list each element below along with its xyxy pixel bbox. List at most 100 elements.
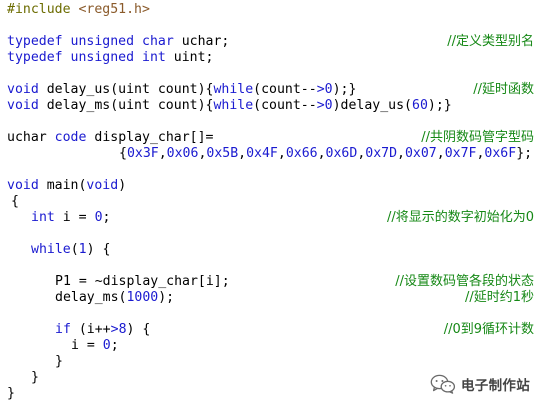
condition-text: (count-- [253, 98, 317, 113]
brace-close: } [55, 354, 63, 369]
code-line-while-close: } [31, 370, 39, 386]
comma-separator: , [277, 146, 286, 161]
comma-separator: , [238, 146, 247, 161]
keyword-unsigned: unsigned [70, 34, 135, 49]
include-file: <reg51.h> [78, 2, 150, 17]
number-literal: 60 [412, 98, 428, 113]
p1-statement: P1 = ~display_char[i]; [55, 274, 230, 289]
semicolon: ; [110, 338, 119, 353]
condition-text: (i++ [78, 322, 111, 337]
hex-value: 0x7D [365, 146, 398, 161]
delay-ms-call: delay_ms( [55, 290, 127, 305]
comma-separator: , [436, 146, 445, 161]
hex-value: 0x4F [246, 146, 278, 161]
number-literal: 0 [324, 82, 333, 97]
function-signature: delay_us(uint count){ [46, 82, 214, 97]
number-literal: 1 [78, 242, 87, 257]
comment-loop-count: //0到9循环计数 [443, 322, 534, 337]
comment-segment-codes: //共阴数码管字型码 [421, 130, 534, 145]
hex-value: 0x7F [444, 146, 477, 161]
comment-type-alias: //定义类型别名 [447, 34, 534, 49]
keyword-int: int [31, 210, 55, 225]
brace-close: } [31, 370, 39, 385]
statement-tail: );} [332, 82, 357, 97]
function-signature: delay_ms(uint count){ [46, 98, 214, 113]
array-open-brace: { [119, 146, 127, 161]
statement-tail: );} [427, 98, 452, 113]
code-line-main-close: } [7, 386, 15, 402]
array-name: display_char[]= [94, 130, 214, 145]
hex-value: 0x06 [166, 146, 199, 161]
statement-tail: ); [158, 290, 175, 305]
code-line-array-values: {0x3F,0x06,0x5B,0x4F,0x66,0x6D,0x7D,0x07… [119, 146, 532, 162]
comment-init-zero: //将显示的数字初始化为0 [386, 210, 534, 225]
code-line-while: while(1) { [31, 242, 110, 258]
paren-close-brace: ) { [126, 322, 151, 337]
hex-value: 0x66 [285, 146, 318, 161]
keyword-int: int [142, 50, 166, 65]
keyword-code: code [54, 130, 87, 145]
keyword-char: char [142, 34, 174, 49]
condition-text: (count-- [253, 82, 317, 97]
type-uchar: uchar [7, 130, 47, 145]
code-line-if: if (i++>8) { //0到9循环计数 [55, 322, 542, 338]
code-editor: #include <reg51.h> typedef unsigned char… [0, 0, 542, 409]
comma-separator: , [397, 146, 405, 161]
comment-delay-function: //延时函数 [473, 82, 534, 97]
code-line-delay-ms: void delay_ms(uint count){while(count-->… [7, 98, 452, 114]
hex-value: 0x6D [325, 146, 358, 161]
semicolon: ; [102, 210, 111, 225]
paren-close-brace: ) { [86, 242, 111, 257]
operator-gt: > [316, 98, 325, 113]
comma-separator: , [158, 146, 167, 161]
hex-value: 0x6F [484, 146, 517, 161]
typedef-name: uint; [173, 50, 214, 65]
wechat-icon [430, 374, 456, 394]
number-literal: 8 [118, 322, 127, 337]
code-line-array-decl: uchar code display_char[]= //共阴数码管字型码 [7, 130, 542, 146]
code-line-p1-assign: P1 = ~display_char[i]; //设置数码管各段的状态 [55, 274, 542, 290]
operator-gt: > [316, 82, 325, 97]
variable-assign: i = [62, 210, 87, 225]
code-line-if-close: } [55, 354, 63, 370]
hex-value: 0x5B [206, 146, 239, 161]
comma-separator: , [317, 146, 326, 161]
keyword-void: void [7, 98, 39, 113]
keyword-if: if [55, 322, 71, 337]
keyword-typedef: typedef [7, 50, 63, 65]
keyword-void: void [86, 178, 119, 193]
number-literal: 0 [324, 98, 333, 113]
code-line-typedef-uchar: typedef unsigned char uchar; //定义类型别名 [7, 34, 542, 50]
function-name-main: main( [46, 178, 87, 193]
hex-value: 0x3F [126, 146, 159, 161]
keyword-typedef: typedef [7, 34, 63, 49]
keyword-while: while [31, 242, 71, 257]
paren-close: ) [118, 178, 127, 193]
keyword-unsigned: unsigned [70, 50, 135, 65]
paren-open: ( [70, 242, 79, 257]
code-line-reset: i = 0; [71, 338, 119, 354]
watermark: 电子制作站 [430, 374, 530, 394]
number-literal: 0 [94, 210, 103, 225]
code-line-typedef-uint: typedef unsigned int uint; [7, 50, 214, 66]
variable-assign: i = [71, 338, 95, 353]
watermark-text: 电子制作站 [461, 378, 530, 394]
keyword-void: void [7, 82, 39, 97]
array-close: }; [516, 146, 533, 161]
keyword-void: void [7, 178, 39, 193]
operator-gt: > [110, 322, 119, 337]
hex-value: 0x07 [404, 146, 437, 161]
comment-delay-one-second: //延时约1秒 [464, 290, 534, 305]
comment-set-segments: //设置数码管各段的状态 [395, 274, 534, 289]
typedef-name: uchar; [181, 34, 230, 49]
code-line-delay-call: delay_ms(1000); //延时约1秒 [55, 290, 542, 306]
delay-us-call: )delay_us( [332, 98, 412, 113]
code-line-int-decl: int i = 0; //将显示的数字初始化为0 [31, 210, 542, 226]
brace-close: } [7, 386, 15, 401]
keyword-while: while [213, 98, 254, 113]
brace-open: { [11, 194, 19, 209]
number-literal: 1000 [126, 290, 159, 305]
include-directive: #include [7, 2, 71, 17]
code-line-delay-us: void delay_us(uint count){while(count-->… [7, 82, 542, 98]
keyword-while: while [213, 82, 254, 97]
